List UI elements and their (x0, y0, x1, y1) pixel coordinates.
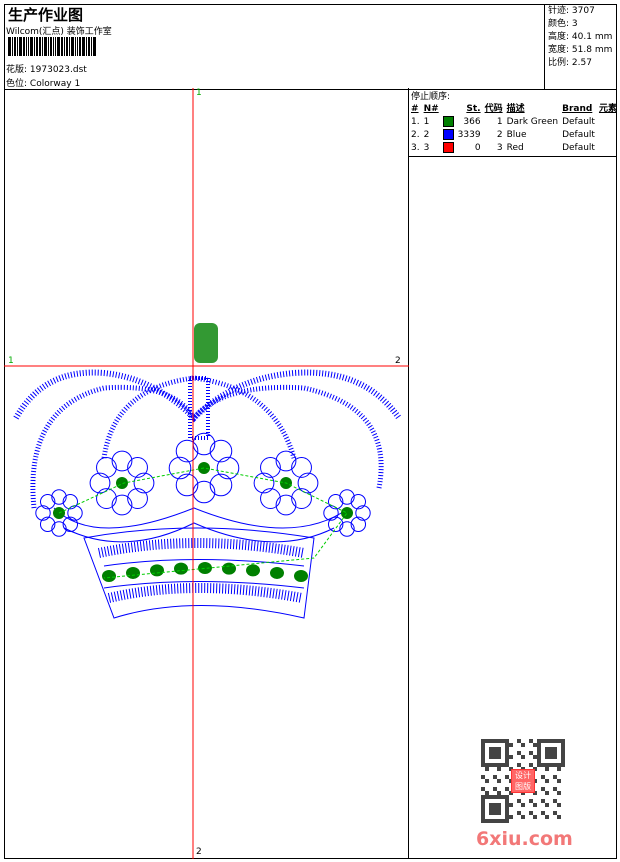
stat-label: 宽度: (548, 45, 570, 55)
table-row: 2. 2 3339 2 Blue Default (409, 129, 619, 142)
axis-label-bottom: 2 (196, 847, 202, 857)
row-code: 3 (496, 143, 503, 153)
row-brand: Default (562, 130, 595, 140)
row-code: 2 (496, 130, 503, 140)
seal-stamp: 设计 图版 (511, 769, 535, 793)
col-desc: 描述 (506, 104, 525, 114)
stat-value: 51.8 mm (571, 45, 613, 55)
row-needle: 3 (423, 143, 430, 153)
page-title: 生产作业图 (8, 6, 84, 24)
barcode (8, 37, 140, 56)
stop-sequence-table: # N# St. 代码 描述 Brand 元素 1. 1 366 1 Dark Gree… (409, 103, 619, 155)
stat-value: 40.1 mm (571, 32, 613, 42)
color-swatch (441, 116, 456, 129)
row-stitches: 0 (474, 143, 481, 153)
col-element: 元素 (598, 104, 617, 114)
stats-box: 针迹: 3707 颜色: 3 高度: 40.1 mm 宽度: 51.8 mm 比… (544, 4, 617, 89)
row-brand: Default (562, 117, 595, 127)
stat-colors: 颜色: 3 (548, 18, 617, 31)
col-brand: Brand (562, 104, 593, 114)
stat-width: 宽度: 51.8 mm (548, 44, 617, 57)
jump-lines (58, 467, 348, 579)
row-index: 3. (411, 143, 420, 153)
stat-value: 2.57 (571, 58, 592, 68)
axis-label-right: 2 (395, 356, 401, 366)
row-needle: 2 (423, 130, 430, 140)
axis-label-left: 1 (8, 356, 14, 366)
qr-code: 设计 图版 (481, 739, 565, 823)
stat-scale: 比例: 2.57 (548, 57, 617, 70)
row-element (597, 129, 619, 142)
row-brand: Default (562, 143, 595, 153)
stat-label: 针迹: (548, 6, 570, 16)
design-label: 花版: (6, 65, 28, 75)
stat-stitches: 针迹: 3707 (548, 5, 617, 18)
table-row: 3. 3 0 3 Red Default (409, 142, 619, 155)
stat-value: 3 (571, 19, 578, 29)
row-desc: Dark Green (506, 117, 559, 127)
flower-motifs (35, 432, 371, 537)
stop-sequence-title: 停止顺序: (411, 92, 451, 102)
stop-sequence-panel: 停止顺序: # N# St. 代码 描述 Brand 元素 1. 1 366 1 Dar… (409, 88, 617, 157)
row-index: 1. (411, 117, 420, 127)
color-swatch (441, 129, 456, 142)
axis-label-top: 1 (196, 88, 202, 98)
table-header: # N# St. 代码 描述 Brand 元素 (409, 103, 619, 116)
row-element (597, 142, 619, 155)
row-code: 1 (496, 117, 503, 127)
table-row: 1. 1 366 1 Dark Green Default (409, 116, 619, 129)
watermark-logo: 6xiu.com (476, 828, 573, 850)
col-needle: N# (423, 104, 439, 114)
col-code: 代码 (484, 104, 503, 114)
design-canvas (4, 88, 409, 859)
embroidery-preview (4, 88, 409, 859)
row-desc: Blue (506, 130, 527, 140)
row-stitches: 366 (463, 117, 481, 127)
row-stitches: 3339 (457, 130, 481, 140)
row-element (597, 116, 619, 129)
design-name: 花版: 1973023.dst (6, 62, 87, 75)
stat-value: 3707 (571, 6, 595, 16)
stat-height: 高度: 40.1 mm (548, 31, 617, 44)
design-value: 1973023.dst (29, 65, 87, 75)
col-index: # (411, 104, 419, 114)
stat-label: 比例: (548, 58, 570, 68)
row-needle: 1 (423, 117, 430, 127)
row-desc: Red (506, 143, 524, 153)
color-swatch (441, 142, 456, 155)
company-name: Wilcom(汇点) 装饰工作室 (6, 27, 112, 37)
col-swatch (441, 103, 456, 116)
green-stitches (53, 323, 353, 582)
col-stitches: St. (466, 104, 481, 114)
stat-label: 颜色: (548, 19, 570, 29)
stat-label: 高度: (548, 32, 570, 42)
row-index: 2. (411, 130, 420, 140)
